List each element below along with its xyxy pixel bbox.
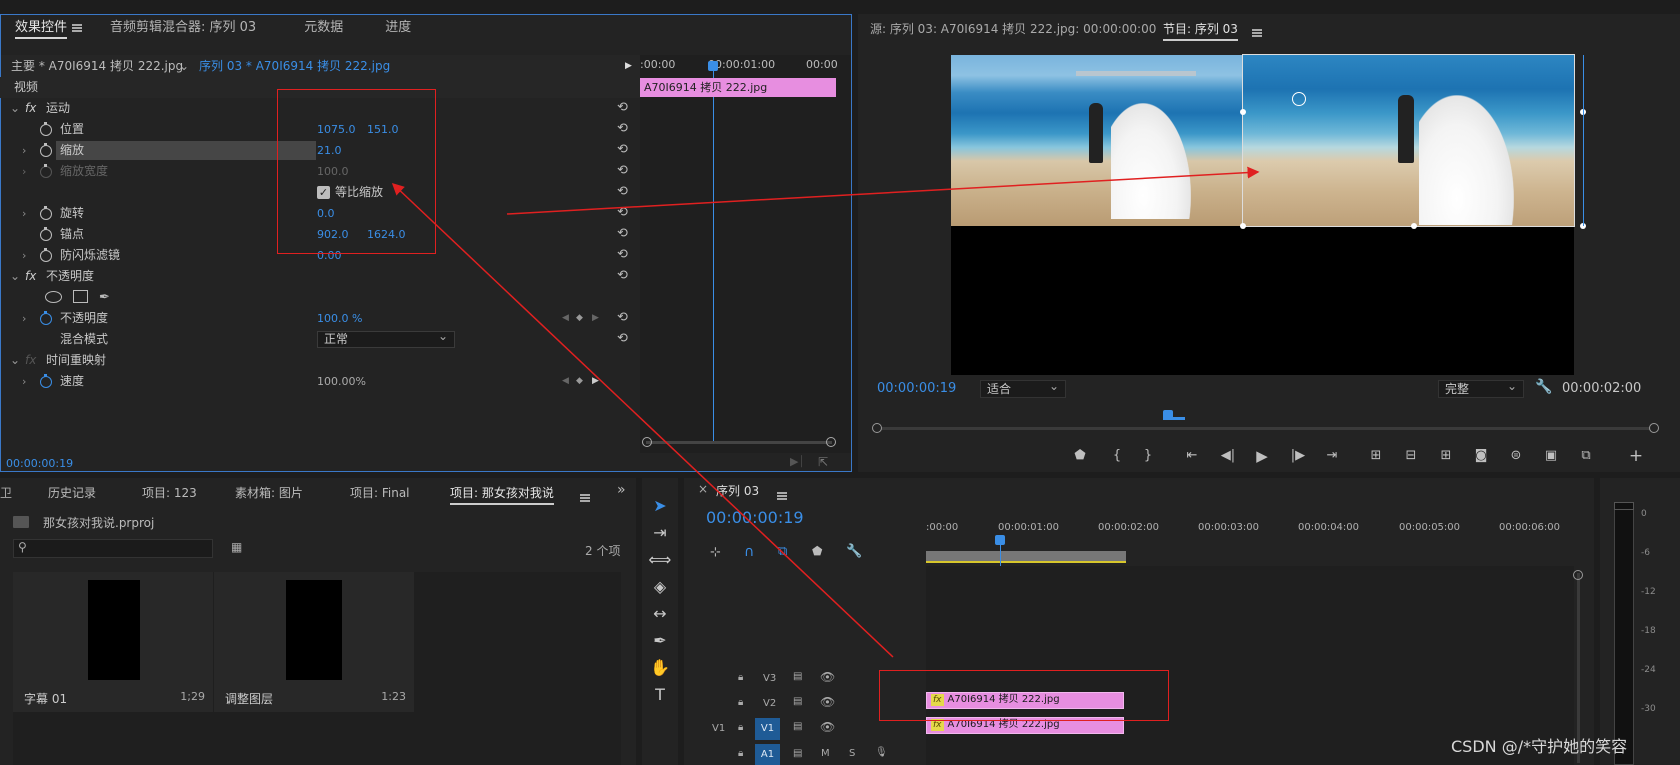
annotation-arrows xyxy=(391,166,1260,658)
arrow-to-uniform-scale xyxy=(391,182,894,658)
arrow-to-program xyxy=(506,166,1260,215)
watermark: CSDN @/*守护她的笑容 xyxy=(1451,737,1628,756)
